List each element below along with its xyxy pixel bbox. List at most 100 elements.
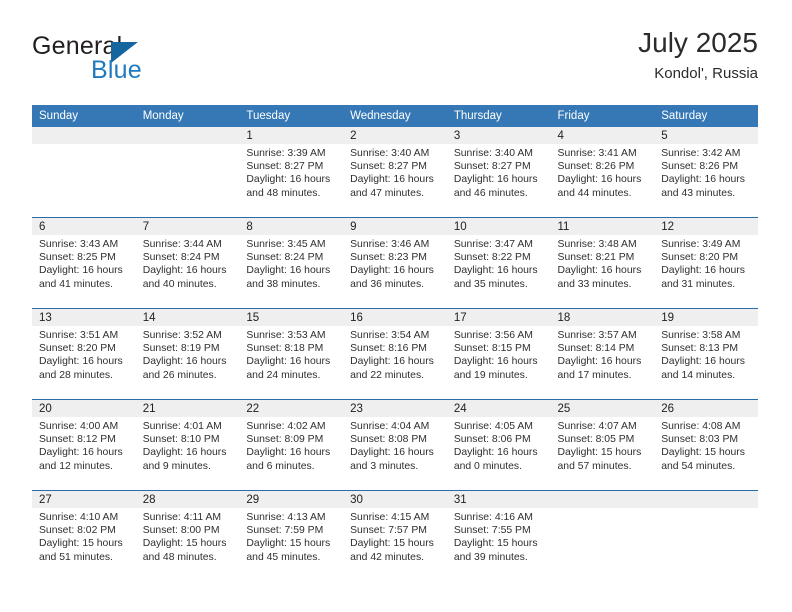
sunset-time: Sunset: 7:57 PM (350, 525, 427, 537)
calendar-week-row: 6 Sunrise: 3:43 AM Sunset: 8:25 PM Daylight… (32, 217, 758, 309)
calendar-day-cell[interactable]: 19 Sunrise: 3:58 AM Sunset: 8:13 PM Dayligh… (654, 308, 758, 400)
sunrise-time: Sunrise: 4:00 AM (39, 421, 119, 432)
calendar-day-cell[interactable]: 17 Sunrise: 3:56 AM Sunset: 8:15 PM Dayligh… (446, 308, 551, 400)
day-number: 19 (654, 309, 758, 326)
daylight-duration-line1: Daylight: 15 hours (557, 447, 642, 459)
day-sun-info: Sunrise: 3:47 AM Sunset: 8:22 PM Daylight:… (447, 235, 551, 291)
day-number: 28 (135, 491, 240, 508)
sunrise-time: Sunrise: 3:52 AM (142, 330, 222, 341)
day-cell-content: 12 Sunrise: 3:49 AM Sunset: 8:20 PM Dayligh… (654, 218, 758, 308)
day-cell-content: 25 Sunrise: 4:07 AM Sunset: 8:05 PM Dayligh… (550, 400, 655, 490)
weekday-header-saturday: Saturday (654, 105, 758, 127)
calendar-day-cell[interactable]: 26 Sunrise: 4:08 AM Sunset: 8:03 PM Dayligh… (654, 399, 758, 491)
daylight-duration-line1: Daylight: 16 hours (453, 447, 538, 459)
calendar-day-cell[interactable]: 30 Sunrise: 4:15 AM Sunset: 7:57 PM Dayligh… (343, 490, 447, 581)
sunrise-time: Sunrise: 3:47 AM (453, 239, 533, 250)
brand-name-blue: Blue (91, 56, 142, 84)
calendar-day-cell[interactable]: 4 Sunrise: 3:41 AM Sunset: 8:26 PM Daylight… (550, 127, 655, 218)
day-number: 24 (446, 400, 551, 417)
sunset-time: Sunset: 8:27 PM (453, 161, 531, 173)
calendar-day-cell[interactable]: 11 Sunrise: 3:48 AM Sunset: 8:21 PM Dayligh… (550, 217, 655, 309)
calendar-day-cell[interactable]: 29 Sunrise: 4:13 AM Sunset: 7:59 PM Dayligh… (239, 490, 344, 581)
sunset-time: Sunset: 7:59 PM (246, 525, 324, 537)
calendar-day-cell[interactable]: 31 Sunrise: 4:16 AM Sunset: 7:55 PM Dayligh… (446, 490, 551, 581)
day-cell-content: 27 Sunrise: 4:10 AM Sunset: 8:02 PM Dayligh… (32, 491, 136, 581)
daylight-duration-line2: and 54 minutes. (661, 460, 736, 472)
day-number: 26 (654, 400, 758, 417)
day-cell-content: 29 Sunrise: 4:13 AM Sunset: 7:59 PM Dayligh… (239, 491, 344, 581)
brand-logo[interactable]: General Blue (32, 32, 272, 90)
day-number: 23 (343, 400, 447, 417)
day-cell-content: 17 Sunrise: 3:56 AM Sunset: 8:15 PM Dayligh… (446, 309, 551, 399)
calendar-day-cell[interactable]: 16 Sunrise: 3:54 AM Sunset: 8:16 PM Dayligh… (343, 308, 447, 400)
sunrise-time: Sunrise: 3:45 AM (246, 239, 326, 250)
day-cell-content: 2 Sunrise: 3:40 AM Sunset: 8:27 PM Daylight… (343, 127, 447, 217)
sunrise-time: Sunrise: 4:08 AM (661, 421, 741, 432)
calendar-day-cell[interactable]: 25 Sunrise: 4:07 AM Sunset: 8:05 PM Dayligh… (550, 399, 655, 491)
sunset-time: Sunset: 8:22 PM (453, 252, 531, 264)
calendar-day-cell[interactable]: 27 Sunrise: 4:10 AM Sunset: 8:02 PM Dayligh… (32, 490, 136, 581)
day-sun-info: Sunrise: 4:15 AM Sunset: 7:57 PM Daylight:… (343, 508, 447, 564)
daylight-duration-line1: Daylight: 16 hours (350, 356, 434, 368)
calendar-day-cell[interactable]: 8 Sunrise: 3:45 AM Sunset: 8:24 PM Daylight… (239, 217, 344, 309)
calendar-day-cell[interactable]: 3 Sunrise: 3:40 AM Sunset: 8:27 PM Daylight… (446, 127, 551, 218)
calendar-day-cell[interactable]: 21 Sunrise: 4:01 AM Sunset: 8:10 PM Dayligh… (135, 399, 240, 491)
calendar-day-cell[interactable]: 9 Sunrise: 3:46 AM Sunset: 8:23 PM Daylight… (343, 217, 447, 309)
day-cell-content: 22 Sunrise: 4:02 AM Sunset: 8:09 PM Dayligh… (239, 400, 344, 490)
calendar-day-cell[interactable]: 14 Sunrise: 3:52 AM Sunset: 8:19 PM Dayligh… (135, 308, 240, 400)
daylight-duration-line2: and 36 minutes. (350, 278, 425, 290)
calendar-day-cell[interactable]: 12 Sunrise: 3:49 AM Sunset: 8:20 PM Dayligh… (654, 217, 758, 309)
day-sun-info: Sunrise: 3:45 AM Sunset: 8:24 PM Daylight:… (239, 235, 343, 291)
day-sun-info (32, 144, 136, 147)
calendar-day-cell[interactable]: 18 Sunrise: 3:57 AM Sunset: 8:14 PM Dayligh… (550, 308, 655, 400)
daylight-duration-line1: Daylight: 16 hours (557, 356, 642, 368)
day-number: 29 (239, 491, 344, 508)
calendar-day-cell[interactable]: 5 Sunrise: 3:42 AM Sunset: 8:26 PM Daylight… (654, 127, 758, 218)
calendar-day-cell[interactable]: 28 Sunrise: 4:11 AM Sunset: 8:00 PM Dayligh… (135, 490, 240, 581)
calendar-day-cell[interactable]: 23 Sunrise: 4:04 AM Sunset: 8:08 PM Dayligh… (343, 399, 447, 491)
calendar-day-cell[interactable]: 1 Sunrise: 3:39 AM Sunset: 8:27 PM Daylight… (239, 127, 344, 218)
calendar-day-cell[interactable]: 22 Sunrise: 4:02 AM Sunset: 8:09 PM Dayligh… (239, 399, 344, 491)
calendar-table: Sunday Monday Tuesday Wednesday Thursday… (32, 105, 758, 581)
day-cell-content (654, 491, 758, 581)
calendar-day-cell[interactable]: 6 Sunrise: 3:43 AM Sunset: 8:25 PM Daylight… (32, 217, 136, 309)
daylight-duration-line2: and 6 minutes. (246, 460, 315, 472)
day-number: 25 (550, 400, 655, 417)
day-sun-info: Sunrise: 4:04 AM Sunset: 8:08 PM Daylight:… (343, 417, 447, 473)
day-sun-info: Sunrise: 3:53 AM Sunset: 8:18 PM Daylight:… (239, 326, 343, 382)
sunset-time: Sunset: 8:15 PM (453, 343, 531, 355)
sunrise-time: Sunrise: 3:51 AM (39, 330, 119, 341)
daylight-duration-line2: and 38 minutes. (246, 278, 321, 290)
daylight-duration-line2: and 28 minutes. (39, 369, 113, 381)
day-cell-content: 21 Sunrise: 4:01 AM Sunset: 8:10 PM Dayligh… (135, 400, 240, 490)
sunrise-time: Sunrise: 4:07 AM (557, 421, 637, 432)
day-sun-info: Sunrise: 3:54 AM Sunset: 8:16 PM Daylight:… (343, 326, 447, 382)
day-sun-info: Sunrise: 3:40 AM Sunset: 8:27 PM Daylight:… (343, 144, 447, 200)
calendar-day-cell[interactable]: 13 Sunrise: 3:51 AM Sunset: 8:20 PM Dayligh… (32, 308, 136, 400)
day-cell-content: 11 Sunrise: 3:48 AM Sunset: 8:21 PM Dayligh… (550, 218, 655, 308)
daylight-duration-line1: Daylight: 15 hours (350, 538, 434, 550)
day-sun-info: Sunrise: 4:10 AM Sunset: 8:02 PM Daylight:… (32, 508, 136, 564)
day-number: 4 (550, 127, 655, 144)
day-cell-content: 19 Sunrise: 3:58 AM Sunset: 8:13 PM Dayligh… (654, 309, 758, 399)
daylight-duration-line2: and 41 minutes. (39, 278, 113, 290)
calendar-day-cell[interactable]: 7 Sunrise: 3:44 AM Sunset: 8:24 PM Daylight… (135, 217, 240, 309)
calendar-day-cell[interactable]: 24 Sunrise: 4:05 AM Sunset: 8:06 PM Dayligh… (446, 399, 551, 491)
calendar-day-cell[interactable]: 20 Sunrise: 4:00 AM Sunset: 8:12 PM Dayligh… (32, 399, 136, 491)
day-cell-content: 6 Sunrise: 3:43 AM Sunset: 8:25 PM Daylight… (32, 218, 136, 308)
daylight-duration-line2: and 57 minutes. (557, 460, 632, 472)
daylight-duration-line1: Daylight: 16 hours (142, 265, 227, 277)
day-number: 30 (343, 491, 447, 508)
daylight-duration-line1: Daylight: 15 hours (39, 538, 123, 550)
day-sun-info: Sunrise: 3:42 AM Sunset: 8:26 PM Daylight:… (654, 144, 758, 200)
daylight-duration-line1: Daylight: 16 hours (246, 356, 331, 368)
calendar-day-cell[interactable]: 10 Sunrise: 3:47 AM Sunset: 8:22 PM Dayligh… (446, 217, 551, 309)
day-number: 31 (446, 491, 551, 508)
calendar-day-cell[interactable]: 15 Sunrise: 3:53 AM Sunset: 8:18 PM Dayligh… (239, 308, 344, 400)
day-cell-content: 1 Sunrise: 3:39 AM Sunset: 8:27 PM Daylight… (239, 127, 344, 217)
daylight-duration-line1: Daylight: 16 hours (661, 356, 745, 368)
calendar-day-cell[interactable]: 2 Sunrise: 3:40 AM Sunset: 8:27 PM Daylight… (343, 127, 447, 218)
day-sun-info: Sunrise: 4:00 AM Sunset: 8:12 PM Daylight:… (32, 417, 136, 473)
day-number: 27 (32, 491, 136, 508)
daylight-duration-line2: and 48 minutes. (246, 187, 321, 199)
